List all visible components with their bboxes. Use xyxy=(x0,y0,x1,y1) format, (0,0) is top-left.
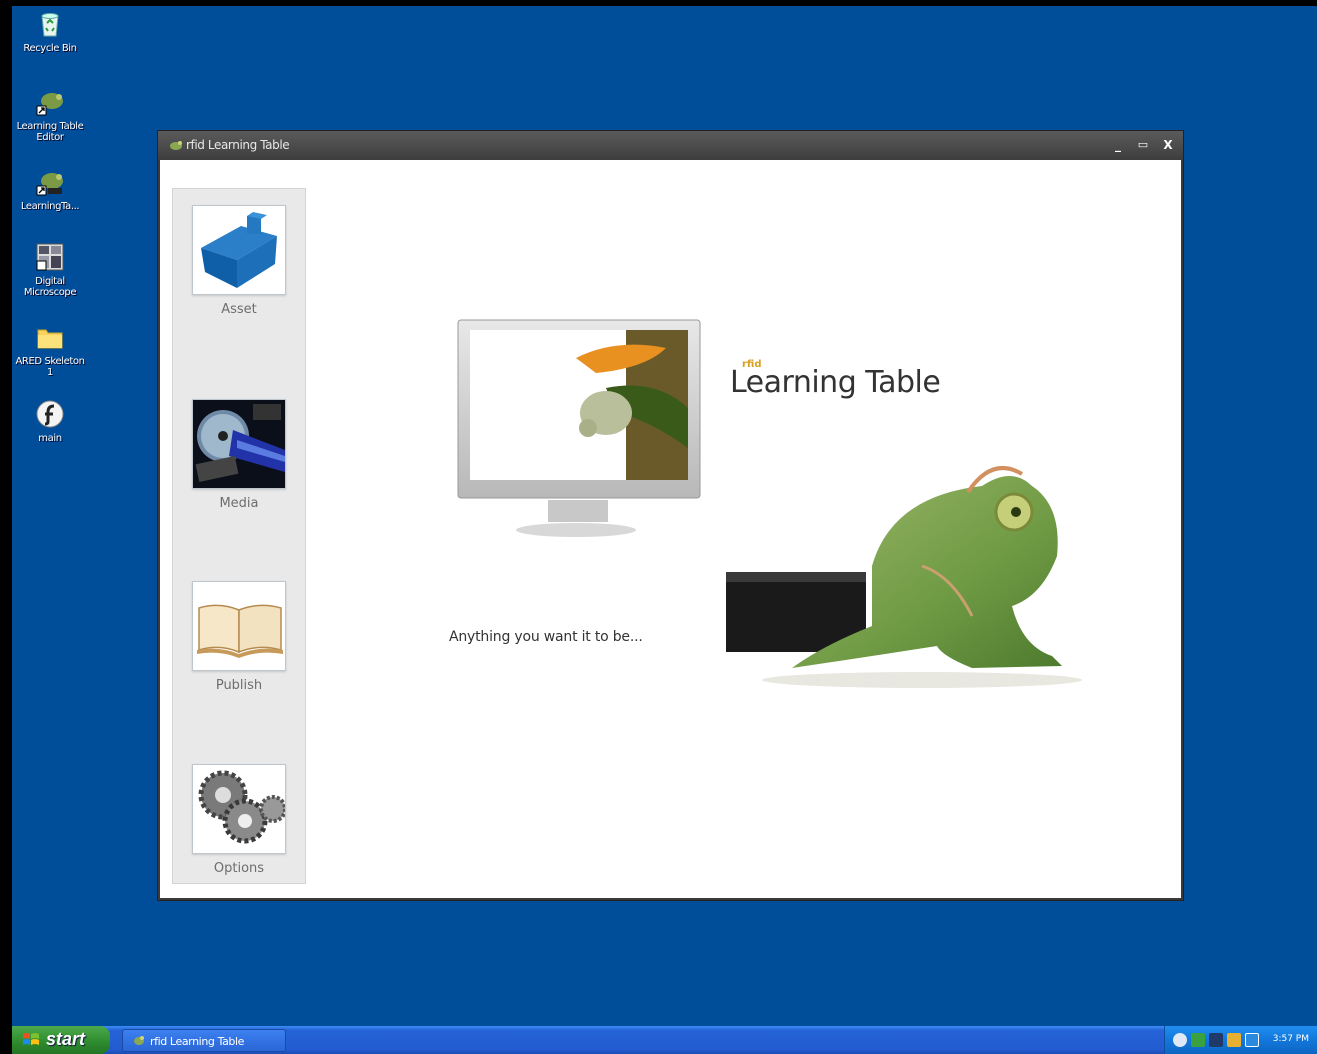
sidebar-item-label: Asset xyxy=(221,302,257,317)
taskbar-item-rfid-learning-table[interactable]: rfid Learning Table xyxy=(122,1029,286,1052)
start-button[interactable]: start xyxy=(12,1026,110,1054)
messenger-icon[interactable] xyxy=(1227,1033,1241,1047)
tagline: Anything you want it to be... xyxy=(449,629,643,645)
sidebar-item-options[interactable]: Options xyxy=(173,764,305,876)
desktop-icon-main[interactable]: main xyxy=(12,398,88,444)
network-icon[interactable] xyxy=(1191,1033,1205,1047)
sidebar: Asset Media Publish Options xyxy=(172,188,306,884)
microscope-app-icon xyxy=(36,243,64,271)
flash-icon xyxy=(36,400,64,428)
app-window: rfid Learning Table _ ▭ X Asset Media Pu… xyxy=(158,131,1183,900)
clock: 3:57 PM xyxy=(1272,1034,1309,1044)
window-titlebar[interactable]: rfid Learning Table _ ▭ X xyxy=(158,131,1183,160)
minimize-button[interactable]: _ xyxy=(1110,137,1126,153)
sidebar-item-media[interactable]: Media xyxy=(173,399,305,511)
monitor-illustration xyxy=(457,319,701,537)
media-devices-icon xyxy=(193,400,285,488)
chameleon-app-icon xyxy=(170,141,182,150)
folder-icon xyxy=(37,329,63,349)
volume-icon[interactable] xyxy=(1173,1033,1187,1047)
sidebar-item-label: Publish xyxy=(215,678,263,693)
window-client-area: Asset Media Publish Options rfid Learnin… xyxy=(160,160,1181,898)
media-thumbnail xyxy=(192,399,286,489)
chameleon-shortcut-icon xyxy=(36,173,63,196)
security-icon[interactable] xyxy=(1209,1033,1223,1047)
desktop-icon-recycle-bin[interactable]: Recycle Bin xyxy=(12,8,88,54)
desktop-icon-label: Digital Microscope xyxy=(23,276,77,298)
chameleon-illustration xyxy=(726,466,1082,688)
taskbar-item-label: rfid Learning Table xyxy=(150,1035,245,1048)
asset-thumbnail xyxy=(192,205,286,295)
house-asset-icon xyxy=(201,212,277,288)
brand-title: Learning Table xyxy=(730,365,941,400)
close-button[interactable]: X xyxy=(1160,137,1176,153)
recycle-bin-icon xyxy=(41,13,59,37)
sidebar-item-label: Media xyxy=(219,496,259,511)
desktop-icon-learning-table-editor[interactable]: Learning Table Editor xyxy=(12,86,88,143)
desktop-icon-ared-skeleton[interactable]: ARED Skeleton 1 xyxy=(12,321,88,378)
open-book-icon xyxy=(197,604,283,658)
desktop-icon-learningta[interactable]: LearningTa... xyxy=(12,166,88,212)
publish-thumbnail xyxy=(192,581,286,671)
chameleon-app-icon xyxy=(134,1036,144,1045)
sidebar-item-label: Options xyxy=(213,861,265,876)
system-tray: 3:57 PM xyxy=(1164,1026,1317,1054)
desktop-icon-label: ARED Skeleton 1 xyxy=(15,356,85,378)
sidebar-item-asset[interactable]: Asset xyxy=(173,205,305,317)
display-icon[interactable] xyxy=(1245,1033,1259,1047)
desktop-icon-label: Recycle Bin xyxy=(23,43,77,54)
window-title: rfid Learning Table xyxy=(186,138,290,152)
desktop-icon-label: Learning Table Editor xyxy=(16,121,84,143)
maximize-button[interactable]: ▭ xyxy=(1135,137,1151,153)
windows-logo-icon xyxy=(23,1033,39,1045)
options-thumbnail xyxy=(192,764,286,854)
gears-icon xyxy=(198,770,285,844)
start-label: start xyxy=(46,1029,86,1049)
desktop-icon-label: LearningTa... xyxy=(20,201,80,212)
desktop-icon-digital-microscope[interactable]: Digital Microscope xyxy=(12,241,88,298)
sidebar-item-publish[interactable]: Publish xyxy=(173,581,305,693)
desktop-icon-label: main xyxy=(38,433,62,444)
chameleon-shortcut-icon xyxy=(36,93,63,116)
taskbar: start rfid Learning Table 3:57 PM xyxy=(12,1026,1317,1054)
